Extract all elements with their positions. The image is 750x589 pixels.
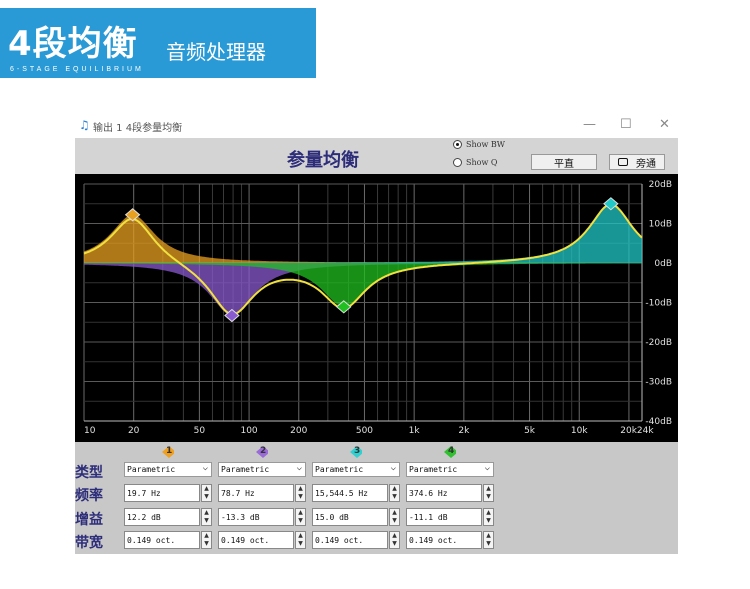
band-marker-number: 1: [166, 446, 173, 456]
gain-spinner-2[interactable]: ▲ ▼: [295, 508, 306, 526]
window-title: 输出 1 4段参量均衡: [93, 123, 183, 134]
filter-type-select-3[interactable]: Parametric ⌵: [312, 462, 400, 477]
filter-type-select-2[interactable]: Parametric ⌵: [218, 462, 306, 477]
row-label-bw: 带宽: [75, 535, 103, 551]
filter-type-select-1[interactable]: Parametric ⌵: [124, 462, 212, 477]
x-tick-label: 5k: [524, 426, 536, 436]
gain-field-4[interactable]: -11.1 dB: [406, 508, 482, 526]
band-marker-1: 1: [162, 446, 174, 458]
filter-type-value: Parametric: [221, 465, 270, 474]
gain-field-2[interactable]: -13.3 dB: [218, 508, 294, 526]
gain-field-1[interactable]: 12.2 dB: [124, 508, 200, 526]
eq-header: 参量均衡 Show BW Show Q 平直 旁通: [75, 138, 678, 174]
x-tick-label: 10: [84, 426, 96, 436]
chevron-down-icon: ⌵: [484, 463, 490, 473]
filter-type-value: Parametric: [127, 465, 176, 474]
x-tick-label: 1k: [409, 426, 421, 436]
freq-spinner-2[interactable]: ▲ ▼: [295, 484, 306, 502]
chevron-down-icon: ⌵: [390, 463, 396, 473]
row-label-gain: 增益: [75, 512, 103, 528]
radio-show-q-label: Show Q: [466, 158, 498, 167]
x-tick-label: 200: [290, 426, 307, 436]
minimize-button[interactable]: —: [583, 117, 596, 132]
bw-spinner-4[interactable]: ▲ ▼: [483, 531, 494, 549]
bypass-toggle[interactable]: 旁通: [609, 154, 665, 170]
eq-graph[interactable]: 20dB 10dB 0dB -10dB -20dB -30dB -40dB 10 20 50 100…: [75, 174, 678, 442]
bw-field-4[interactable]: 0.149 oct.: [406, 531, 482, 549]
freq-spinner-4[interactable]: ▲ ▼: [483, 484, 494, 502]
gain-spinner-1[interactable]: ▲ ▼: [201, 508, 212, 526]
row-label-freq: 频率: [75, 488, 103, 504]
banner-subtitle: 音频处理器: [166, 40, 266, 64]
band-marker-2: 2: [256, 446, 268, 458]
y-tick-label: -20dB: [645, 338, 672, 348]
close-button[interactable]: ✕: [659, 117, 670, 132]
freq-field-3[interactable]: 15,544.5 Hz: [312, 484, 388, 502]
y-tick-label: 0dB: [654, 259, 672, 269]
banner-tagline: 6-STAGE EQUILIBRIUM: [10, 66, 144, 73]
y-tick-label: 10dB: [649, 220, 672, 230]
radio-show-bw-label: Show BW: [466, 140, 505, 149]
x-tick-label: 2k: [458, 426, 470, 436]
eq-window: ♫ 输出 1 4段参量均衡 — ☐ ✕ 参量均衡 Show BW Show Q …: [75, 114, 678, 554]
filter-type-value: Parametric: [315, 465, 364, 474]
gain-field-3[interactable]: 15.0 dB: [312, 508, 388, 526]
chevron-down-icon: ⌵: [296, 463, 302, 473]
x-tick-label: 20: [128, 426, 140, 436]
row-label-type: 类型: [75, 465, 103, 481]
bw-spinner-2[interactable]: ▲ ▼: [295, 531, 306, 549]
music-note-icon: ♫: [79, 118, 90, 132]
x-tick-label: 50: [194, 426, 206, 436]
gain-spinner-3[interactable]: ▲ ▼: [389, 508, 400, 526]
bypass-label: 旁通: [636, 158, 656, 170]
x-tick-label: 10k: [571, 426, 588, 436]
filter-type-select-4[interactable]: Parametric ⌵: [406, 462, 494, 477]
radio-show-bw[interactable]: Show BW: [453, 140, 505, 149]
radio-unchecked-icon: [453, 158, 462, 167]
band-marker-number: 4: [448, 446, 455, 456]
y-tick-label: 20dB: [649, 180, 672, 190]
band-marker-3: 3: [350, 446, 362, 458]
band-controls: 类型 频率 增益 带宽 1 Parametric ⌵ 19.7 Hz ▲ ▼ 12.2 dB…: [75, 442, 678, 554]
flat-button-label: 平直: [554, 158, 574, 170]
x-tick-label: 100: [240, 426, 257, 436]
freq-field-4[interactable]: 374.6 Hz: [406, 484, 482, 502]
filter-type-value: Parametric: [409, 465, 458, 474]
x-tick-label: 500: [356, 426, 373, 436]
band-marker-4: 4: [444, 446, 456, 458]
eq-title: 参量均衡: [287, 150, 359, 171]
bw-spinner-1[interactable]: ▲ ▼: [201, 531, 212, 549]
freq-spinner-3[interactable]: ▲ ▼: [389, 484, 400, 502]
freq-field-2[interactable]: 78.7 Hz: [218, 484, 294, 502]
radio-show-q[interactable]: Show Q: [453, 158, 497, 167]
y-tick-label: -10dB: [645, 299, 672, 309]
bw-field-3[interactable]: 0.149 oct.: [312, 531, 388, 549]
banner: 4段均衡 音频处理器 6-STAGE EQUILIBRIUM: [0, 8, 316, 78]
bw-spinner-3[interactable]: ▲ ▼: [389, 531, 400, 549]
band-marker-number: 3: [354, 446, 361, 456]
radio-checked-icon: [453, 140, 462, 149]
title-bar: ♫ 输出 1 4段参量均衡 — ☐ ✕: [75, 114, 678, 138]
y-tick-label: -30dB: [645, 378, 672, 388]
freq-field-1[interactable]: 19.7 Hz: [124, 484, 200, 502]
chevron-down-icon: ⌵: [202, 463, 208, 473]
x-tick-label: 20k24k: [620, 426, 654, 436]
maximize-button[interactable]: ☐: [620, 117, 632, 132]
checkbox-icon: [618, 158, 628, 166]
banner-title: 4段均衡: [8, 24, 138, 64]
freq-spinner-1[interactable]: ▲ ▼: [201, 484, 212, 502]
band-marker-number: 2: [260, 446, 267, 456]
bw-field-2[interactable]: 0.149 oct.: [218, 531, 294, 549]
eq-graph-svg[interactable]: 20dB10dB0dB-10dB-20dB-30dB-40dB10 20 50 100…: [75, 174, 678, 442]
flat-button[interactable]: 平直: [531, 154, 597, 170]
gain-spinner-4[interactable]: ▲ ▼: [483, 508, 494, 526]
bw-field-1[interactable]: 0.149 oct.: [124, 531, 200, 549]
